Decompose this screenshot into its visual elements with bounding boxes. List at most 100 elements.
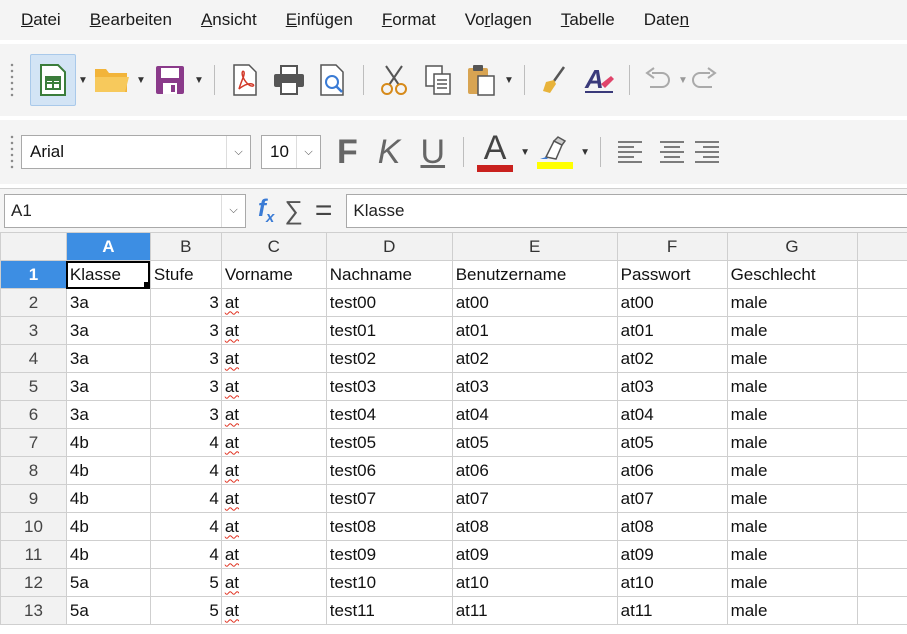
cell-f11[interactable]: at09 <box>616 540 728 569</box>
cell-g6[interactable]: male <box>726 400 858 429</box>
cell-f13[interactable]: at11 <box>616 596 728 625</box>
cell-f8[interactable]: at06 <box>616 456 728 485</box>
cell-g7[interactable]: male <box>726 428 858 457</box>
autofill-handle[interactable] <box>143 282 150 288</box>
row-header[interactable]: 11 <box>0 540 67 569</box>
row-header[interactable]: 10 <box>0 512 67 541</box>
open-dropdown-arrow[interactable]: ▼ <box>134 54 148 106</box>
cell-empty[interactable] <box>856 596 907 625</box>
cell-b8[interactable]: 4 <box>149 456 222 485</box>
cell-f4[interactable]: at02 <box>616 344 728 373</box>
font-color-button[interactable]: A <box>472 126 518 178</box>
sum-icon[interactable]: ∑ <box>284 195 303 226</box>
save-dropdown-arrow[interactable]: ▼ <box>192 54 206 106</box>
cell-c1[interactable]: Vorname <box>220 260 327 289</box>
export-pdf-button[interactable] <box>223 54 267 106</box>
column-header-e[interactable]: E <box>451 232 618 261</box>
cell-a13[interactable]: 5a <box>65 596 151 625</box>
cell-empty[interactable] <box>856 568 907 597</box>
cell-a2[interactable]: 3a <box>65 288 151 317</box>
row-header[interactable]: 12 <box>0 568 67 597</box>
cell-a8[interactable]: 4b <box>65 456 151 485</box>
menu-item[interactable]: Tabelle <box>561 10 615 30</box>
cell-g5[interactable]: male <box>726 372 858 401</box>
clone-formatting-button[interactable] <box>533 54 577 106</box>
column-header-c[interactable]: C <box>220 232 327 261</box>
cell-e10[interactable]: at08 <box>451 512 618 541</box>
paste-dropdown-arrow[interactable]: ▼ <box>502 54 516 106</box>
cell-b1[interactable]: Stufe <box>149 260 222 289</box>
cell-f2[interactable]: at00 <box>616 288 728 317</box>
select-all-corner[interactable] <box>0 232 67 261</box>
cell-empty[interactable] <box>856 540 907 569</box>
cell-b10[interactable]: 4 <box>149 512 222 541</box>
cell-b4[interactable]: 3 <box>149 344 222 373</box>
column-header-f[interactable]: F <box>616 232 728 261</box>
cell-b2[interactable]: 3 <box>149 288 222 317</box>
cell-c13[interactable]: at <box>220 596 327 625</box>
cell-f9[interactable]: at07 <box>616 484 728 513</box>
cell-empty[interactable] <box>856 512 907 541</box>
cell-g8[interactable]: male <box>726 456 858 485</box>
row-header[interactable]: 4 <box>0 344 67 373</box>
cell-f6[interactable]: at04 <box>616 400 728 429</box>
column-header-b[interactable]: B <box>149 232 222 261</box>
cell-g10[interactable]: male <box>726 512 858 541</box>
function-wizard-icon[interactable]: fx <box>258 195 274 226</box>
chevron-down-icon[interactable]: ⌵ <box>296 136 320 168</box>
row-header[interactable]: 1 <box>0 260 67 289</box>
cell-b12[interactable]: 5 <box>149 568 222 597</box>
row-header[interactable]: 5 <box>0 372 67 401</box>
cell-d3[interactable]: test01 <box>325 316 453 345</box>
cell-d1[interactable]: Nachname <box>325 260 453 289</box>
cell-f3[interactable]: at01 <box>616 316 728 345</box>
cell-f5[interactable]: at03 <box>616 372 728 401</box>
cell-f12[interactable]: at10 <box>616 568 728 597</box>
highlight-button[interactable] <box>532 126 578 178</box>
cell-empty[interactable] <box>856 372 907 401</box>
paste-button[interactable] <box>460 54 502 106</box>
column-header-d[interactable]: D <box>325 232 453 261</box>
cell-d8[interactable]: test06 <box>325 456 453 485</box>
column-header-h[interactable] <box>856 232 907 261</box>
cell-empty[interactable] <box>856 428 907 457</box>
cell-g13[interactable]: male <box>726 596 858 625</box>
cell-empty[interactable] <box>856 344 907 373</box>
chevron-down-icon[interactable]: ⌵ <box>226 136 250 168</box>
highlight-dropdown-arrow[interactable]: ▼ <box>578 126 592 178</box>
cell-a10[interactable]: 4b <box>65 512 151 541</box>
new-button[interactable] <box>30 54 76 106</box>
cell-d2[interactable]: test00 <box>325 288 453 317</box>
font-color-dropdown-arrow[interactable]: ▼ <box>518 126 532 178</box>
cell-g11[interactable]: male <box>726 540 858 569</box>
cell-d5[interactable]: test03 <box>325 372 453 401</box>
cell-c2[interactable]: at <box>220 288 327 317</box>
underline-button[interactable]: U <box>420 133 445 172</box>
cell-g3[interactable]: male <box>726 316 858 345</box>
menu-item[interactable]: Einfügen <box>286 10 353 30</box>
cell-empty[interactable] <box>856 400 907 429</box>
cell-g4[interactable]: male <box>726 344 858 373</box>
chevron-down-icon[interactable]: ⌵ <box>221 194 245 227</box>
cell-c4[interactable]: at <box>220 344 327 373</box>
cell-c3[interactable]: at <box>220 316 327 345</box>
toolbar-grip[interactable] <box>9 134 15 170</box>
italic-button[interactable]: K <box>378 133 401 172</box>
cell-b7[interactable]: 4 <box>149 428 222 457</box>
cell-empty[interactable] <box>856 288 907 317</box>
name-box[interactable]: A1 ⌵ <box>4 193 246 228</box>
cell-e8[interactable]: at06 <box>451 456 618 485</box>
cell-a12[interactable]: 5a <box>65 568 151 597</box>
formula-input[interactable]: Klasse <box>346 193 907 228</box>
menu-item[interactable]: Ansicht <box>201 10 257 30</box>
align-left-button[interactable] <box>609 126 651 178</box>
cell-d9[interactable]: test07 <box>325 484 453 513</box>
cell-e5[interactable]: at03 <box>451 372 618 401</box>
cell-empty[interactable] <box>856 316 907 345</box>
cell-c7[interactable]: at <box>220 428 327 457</box>
cell-c11[interactable]: at <box>220 540 327 569</box>
cell-f1[interactable]: Passwort <box>616 260 728 289</box>
row-header[interactable]: 8 <box>0 456 67 485</box>
cell-b11[interactable]: 4 <box>149 540 222 569</box>
undo-button[interactable] <box>638 54 676 106</box>
